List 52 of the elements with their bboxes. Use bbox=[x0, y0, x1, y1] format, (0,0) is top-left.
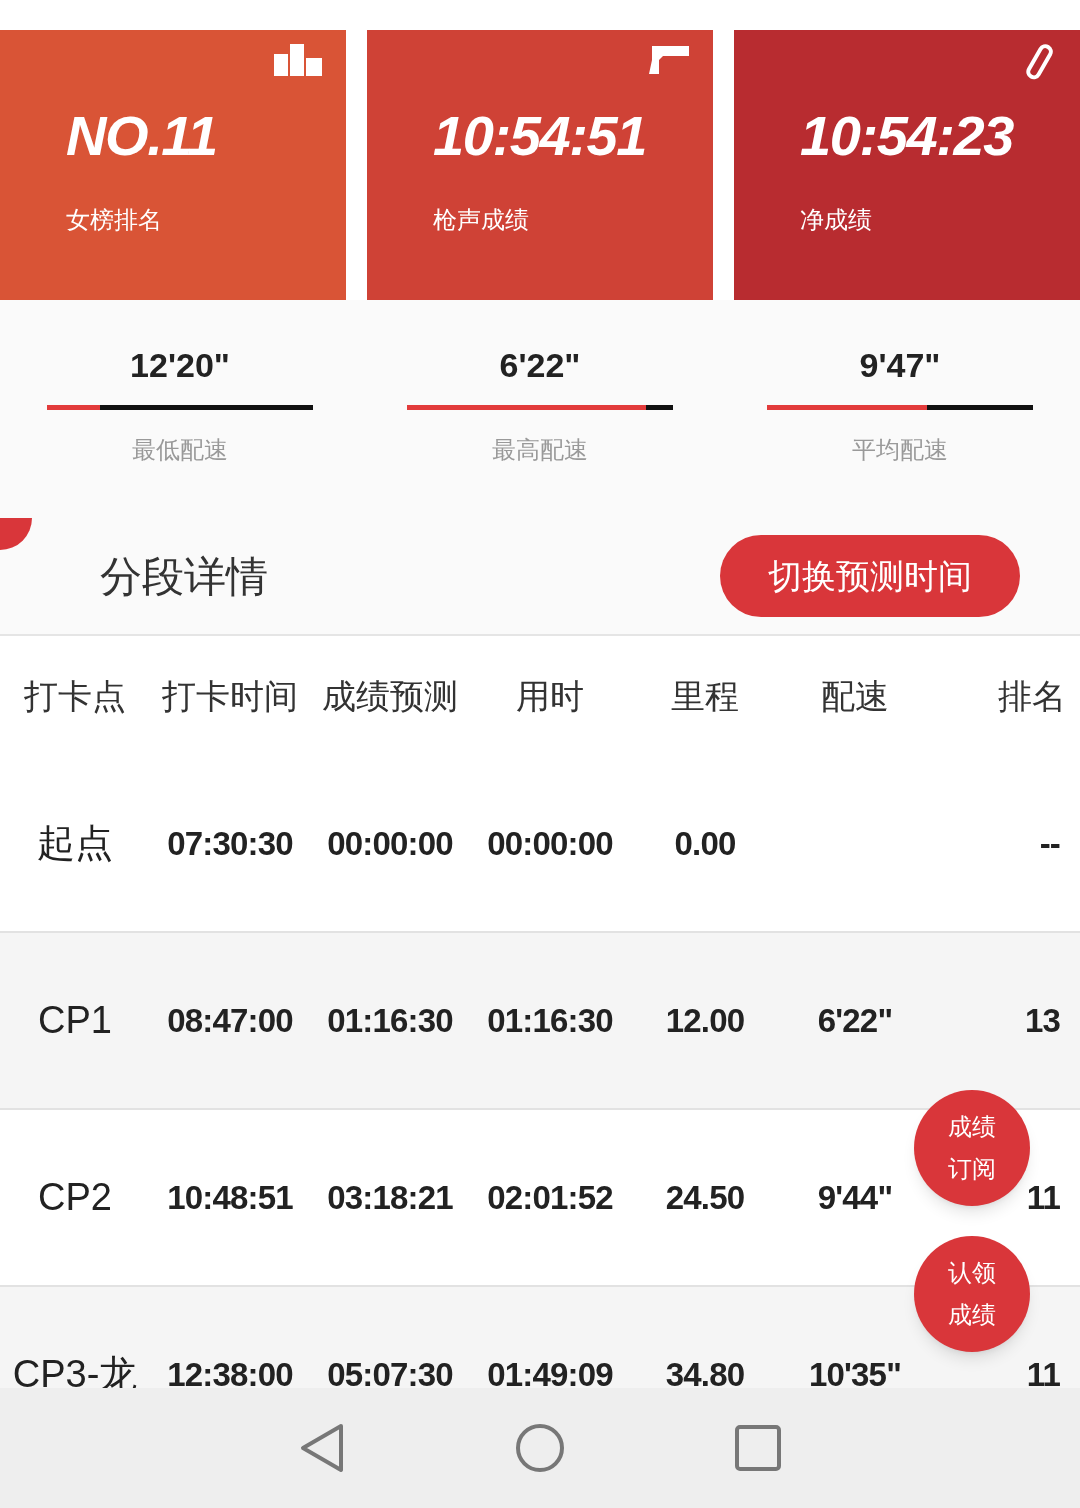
stat-value: 10:54:51 bbox=[433, 108, 647, 164]
stat-value: NO.11 bbox=[66, 108, 218, 164]
table-cell-text: 00:00:00 bbox=[486, 823, 614, 864]
pace-value: 12'20" bbox=[130, 345, 230, 386]
pace-label: 最低配速 bbox=[132, 435, 228, 465]
table-cell-text: CP2 bbox=[37, 1175, 113, 1220]
column-header: 排名 bbox=[997, 675, 1067, 717]
column-header: 配速 bbox=[820, 675, 890, 717]
table-cell-text: 12:38:00 bbox=[166, 1354, 294, 1395]
table-cell-text: 10'35" bbox=[808, 1354, 902, 1395]
pace-label: 平均配速 bbox=[852, 435, 948, 465]
pill-icon bbox=[1024, 44, 1056, 80]
table-cell-text: 9'44" bbox=[816, 1177, 894, 1218]
recent-apps-icon[interactable] bbox=[735, 1425, 781, 1471]
stat-label: 女榜排名 bbox=[66, 205, 163, 235]
table-cell-text: 03:18:21 bbox=[326, 1177, 454, 1218]
table-cell-text: 02:01:52 bbox=[486, 1177, 614, 1218]
back-icon[interactable] bbox=[299, 1423, 345, 1473]
table-cell-text: 0.00 bbox=[673, 823, 737, 864]
table-cell-text: 24.50 bbox=[664, 1177, 746, 1218]
home-icon[interactable] bbox=[515, 1423, 565, 1473]
table-cell-text: 13 bbox=[1023, 1000, 1061, 1041]
table-cell-text: 12.00 bbox=[664, 1000, 746, 1041]
table-cell-text: 05:07:30 bbox=[326, 1354, 454, 1395]
column-header: 打卡时间 bbox=[161, 675, 299, 717]
column-header: 打卡点 bbox=[23, 675, 127, 717]
corner-accent bbox=[0, 518, 32, 550]
table-cell-text: 34.80 bbox=[664, 1354, 746, 1395]
podium-icon bbox=[274, 44, 322, 76]
table-cell-text: 01:16:30 bbox=[326, 1000, 454, 1041]
table-cell-text: 01:49:09 bbox=[486, 1354, 614, 1395]
column-header: 里程 bbox=[670, 675, 740, 717]
stat-value: 10:54:23 bbox=[800, 108, 1014, 164]
table-cell-text: -- bbox=[1038, 823, 1061, 864]
table-cell-text: 6'22" bbox=[816, 1000, 894, 1041]
switch-prediction-button[interactable]: 切换预测时间 bbox=[720, 535, 1020, 617]
table-cell-text: CP1 bbox=[37, 998, 113, 1043]
table-cell-text: 08:47:00 bbox=[166, 1000, 294, 1041]
section-title: 分段详情 bbox=[100, 551, 268, 602]
column-header: 成绩预测 bbox=[321, 675, 459, 717]
column-header: 用时 bbox=[515, 675, 585, 717]
table-cell-text: 11 bbox=[1025, 1354, 1061, 1395]
table-cell-text: 01:16:30 bbox=[486, 1000, 614, 1041]
pace-value: 6'22" bbox=[499, 345, 581, 386]
stat-label: 枪声成绩 bbox=[433, 205, 530, 235]
table-cell-text: 07:30:30 bbox=[166, 823, 294, 864]
stat-label: 净成绩 bbox=[800, 205, 873, 235]
table-cell-text: 10:48:51 bbox=[166, 1177, 294, 1218]
pace-label: 最高配速 bbox=[492, 435, 588, 465]
table-cell-text: 起点 bbox=[36, 821, 114, 866]
pace-value: 9'47" bbox=[859, 345, 941, 386]
table-cell-text: 00:00:00 bbox=[326, 823, 454, 864]
